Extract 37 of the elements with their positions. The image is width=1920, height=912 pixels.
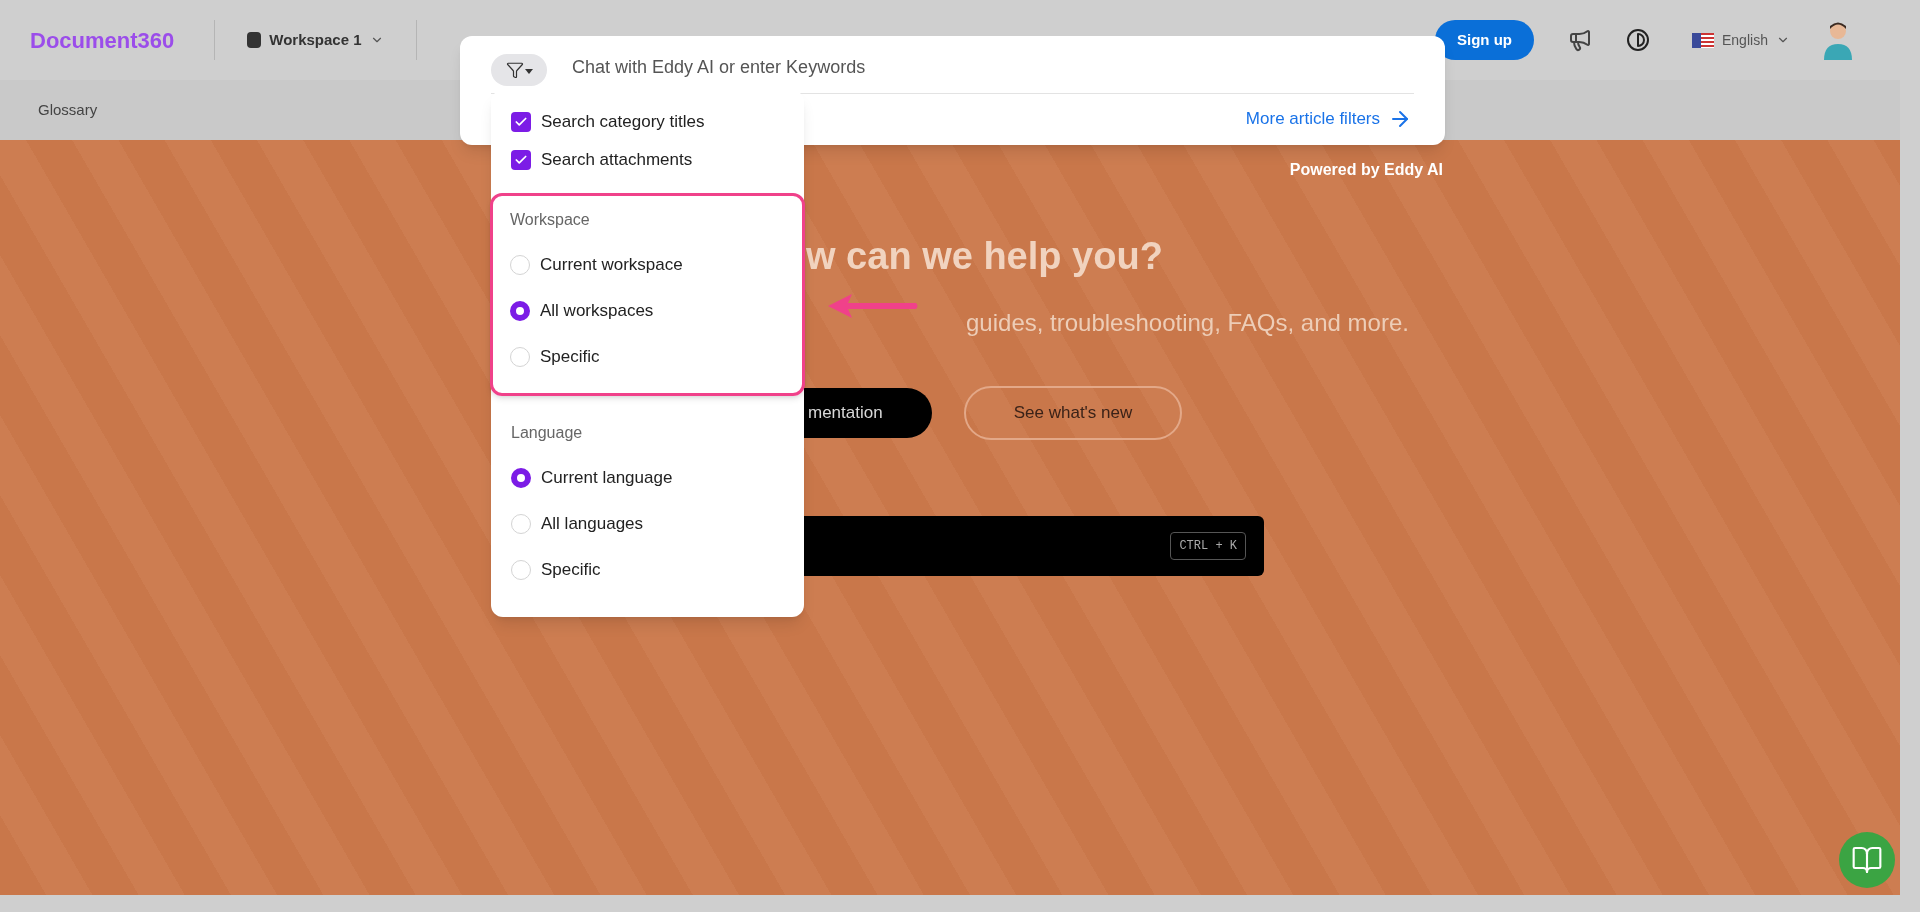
whats-new-button[interactable]: See what's new: [964, 386, 1182, 440]
glossary-link[interactable]: Glossary: [38, 98, 98, 122]
section-title: Workspace: [510, 210, 590, 230]
language-selector[interactable]: English: [1722, 29, 1768, 51]
logo[interactable]: Document360: [30, 23, 175, 57]
radio-button[interactable]: [511, 468, 531, 488]
search-input[interactable]: Chat with Eddy AI or enter Keywords: [572, 54, 1414, 81]
powered-by-label: Powered by Eddy AI: [1289, 160, 1443, 180]
section-title: Language: [511, 423, 583, 443]
flag-icon: [1692, 32, 1714, 48]
more-filters-link[interactable]: More article filters: [1245, 106, 1412, 132]
check-icon: [514, 115, 528, 129]
checkbox[interactable]: [511, 150, 531, 170]
hero-heading: w can we help you?: [806, 234, 1164, 279]
radio-label: All workspaces: [540, 300, 654, 323]
workspace-icon: [247, 32, 262, 48]
radio-label: Specific: [541, 559, 601, 582]
arrow-icon: [828, 293, 920, 319]
radio-label: Current language: [541, 467, 673, 490]
radio-label: Current workspace: [540, 254, 683, 277]
filter-icon: [505, 61, 524, 79]
checkbox-label: Search category titles: [541, 111, 705, 134]
radio-label: All languages: [541, 513, 644, 536]
avatar-icon[interactable]: [1823, 20, 1852, 60]
sign-up-button[interactable]: Sign up: [1435, 20, 1534, 60]
megaphone-icon[interactable]: [1568, 28, 1592, 52]
book-icon: [1851, 844, 1883, 876]
radio-button[interactable]: [510, 301, 530, 321]
hero-subtitle: guides, troubleshooting, FAQs, and more.: [966, 308, 1409, 338]
checkbox-label: Search attachments: [541, 149, 693, 172]
workspace-selector[interactable]: Workspace 1: [269, 28, 362, 52]
check-icon: [514, 153, 528, 167]
checkbox[interactable]: [511, 112, 531, 132]
filter-button[interactable]: [491, 54, 547, 86]
shortcut-key: CTRL + K: [1170, 532, 1246, 560]
radio-label: Specific: [540, 346, 600, 369]
contrast-icon[interactable]: [1626, 28, 1650, 52]
